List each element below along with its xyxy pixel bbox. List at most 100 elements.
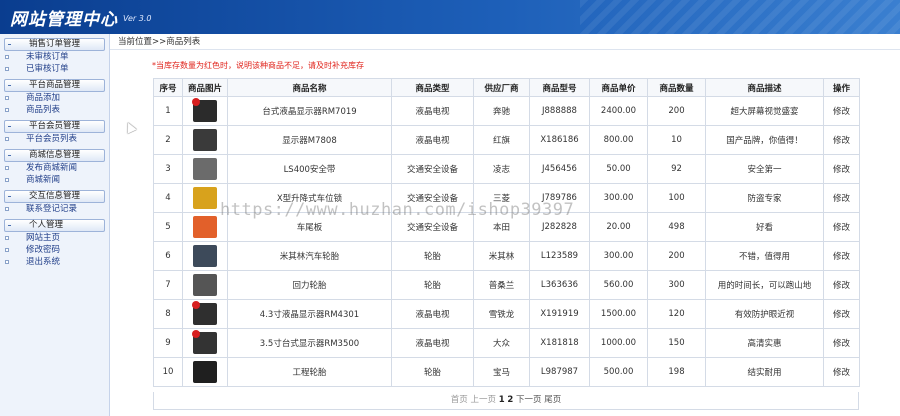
- sidebar-group-label: 交互信息管理: [29, 191, 81, 201]
- product-description: 有效防护眼近视: [705, 299, 824, 329]
- product-quantity: 100: [647, 183, 706, 213]
- table-row: 1 台式液晶显示器RM7019 液晶电视 奔驰 J888888 2400.00 200 超大屏…: [153, 96, 860, 126]
- table-row: 7 回力轮胎 轮胎 普桑兰 L363636 560.00 300 用的时间长，可以跑山地 修改: [153, 270, 860, 300]
- sidebar-item-label: 发布商城新闻: [26, 163, 78, 173]
- product-vendor: 米其林: [473, 241, 530, 271]
- product-model: L987987: [529, 357, 590, 387]
- sidebar-item-label: 已审核订单: [26, 64, 69, 74]
- item-bullet-icon: [5, 96, 9, 100]
- item-bullet-icon: [5, 108, 9, 112]
- sidebar-item[interactable]: 网站主页: [0, 232, 109, 244]
- group-bullet-icon: [8, 44, 11, 45]
- group-bullet-icon: [8, 196, 11, 197]
- product-price: 1500.00: [589, 299, 648, 329]
- product-quantity: 150: [647, 328, 706, 358]
- product-type: 交通安全设备: [391, 154, 474, 184]
- product-vendor: 红旗: [473, 125, 530, 155]
- sidebar-group-label: 个人管理: [29, 220, 64, 230]
- pager-last[interactable]: 尾页: [544, 395, 561, 405]
- pager-prev[interactable]: 上一页: [471, 395, 497, 405]
- sidebar-item[interactable]: 商品列表: [0, 104, 109, 116]
- edit-link[interactable]: 修改: [823, 125, 860, 155]
- table-row: 9 3.5寸台式显示器RM3500 液晶电视 大众 X181818 1000.00 150 高…: [153, 328, 860, 358]
- product-thumbnail: [192, 330, 217, 354]
- app-header: 网站管理中心 Ver 3.0: [0, 0, 900, 34]
- edit-link[interactable]: 修改: [823, 241, 860, 271]
- sidebar-group-title[interactable]: 个人管理: [4, 219, 105, 232]
- edit-link[interactable]: 修改: [823, 154, 860, 184]
- product-thumbnail: [193, 245, 217, 267]
- product-name: 工程轮胎: [227, 357, 392, 387]
- column-header: 序号: [153, 78, 183, 97]
- column-header: 商品名称: [227, 78, 392, 97]
- product-image: [182, 357, 228, 387]
- header-decoration: [580, 0, 900, 34]
- sidebar-item[interactable]: 退出系统: [0, 256, 109, 268]
- sidebar-group-title[interactable]: 平台商品管理: [4, 79, 105, 92]
- column-header: 商品图片: [182, 78, 228, 97]
- sidebar-item[interactable]: 联系登记记录: [0, 203, 109, 215]
- product-description: 防盗专家: [705, 183, 824, 213]
- product-description: 安全第一: [705, 154, 824, 184]
- product-thumbnail: [192, 301, 217, 325]
- edit-link[interactable]: 修改: [823, 270, 860, 300]
- pager-first[interactable]: 首页: [451, 395, 468, 405]
- edit-link[interactable]: 修改: [823, 328, 860, 358]
- product-image: [182, 154, 228, 184]
- app-version: Ver 3.0: [123, 14, 152, 23]
- column-header: 商品描述: [705, 78, 824, 97]
- sidebar-item[interactable]: 修改密码: [0, 244, 109, 256]
- edit-link[interactable]: 修改: [823, 183, 860, 213]
- product-model: L123589: [529, 241, 590, 271]
- table-row: 6 米其林汽车轮胎 轮胎 米其林 L123589 300.00 200 不错，值得用 修改: [153, 241, 860, 271]
- product-price: 1000.00: [589, 328, 648, 358]
- product-model: X181818: [529, 328, 590, 358]
- product-image: [182, 270, 228, 300]
- sidebar-group-title[interactable]: 平台会员管理: [4, 120, 105, 133]
- item-bullet-icon: [5, 55, 9, 59]
- sidebar-group-title[interactable]: 销售订单管理: [4, 38, 105, 51]
- product-quantity: 300: [647, 270, 706, 300]
- sidebar-group-label: 平台会员管理: [29, 121, 81, 131]
- product-description: 用的时间长，可以跑山地: [705, 270, 824, 300]
- breadcrumb: 当前位置>>商品列表: [110, 34, 900, 50]
- edit-link[interactable]: 修改: [823, 299, 860, 329]
- sidebar-item-label: 修改密码: [26, 245, 61, 255]
- product-description: 超大屏幕视觉盛宴: [705, 96, 824, 126]
- product-thumbnail: [193, 158, 217, 180]
- sidebar-group-title[interactable]: 商城信息管理: [4, 149, 105, 162]
- edit-link[interactable]: 修改: [823, 96, 860, 126]
- product-image: [182, 328, 228, 358]
- product-description: 好看: [705, 212, 824, 242]
- product-name: 显示器M7808: [227, 125, 392, 155]
- sidebar-item-label: 退出系统: [26, 257, 61, 267]
- group-bullet-icon: [8, 155, 11, 156]
- product-thumbnail: [193, 216, 217, 238]
- sidebar-item[interactable]: 未审核订单: [0, 51, 109, 63]
- pager-page-1[interactable]: 1: [499, 395, 505, 405]
- row-number: 6: [153, 241, 183, 271]
- product-quantity: 200: [647, 96, 706, 126]
- sidebar-item[interactable]: 商品添加: [0, 92, 109, 104]
- product-vendor: 普桑兰: [473, 270, 530, 300]
- sidebar-item-label: 未审核订单: [26, 52, 69, 62]
- product-name: 3.5寸台式显示器RM3500: [227, 328, 392, 358]
- product-price: 20.00: [589, 212, 648, 242]
- sidebar-item[interactable]: 商城新闻: [0, 174, 109, 186]
- pager-page-2[interactable]: 2: [507, 395, 513, 405]
- sidebar-item[interactable]: 发布商城新闻: [0, 162, 109, 174]
- edit-link[interactable]: 修改: [823, 357, 860, 387]
- sidebar-item[interactable]: 平台会员列表: [0, 133, 109, 145]
- row-number: 9: [153, 328, 183, 358]
- product-quantity: 10: [647, 125, 706, 155]
- table-row: 8 4.3寸液晶显示器RM4301 液晶电视 雪铁龙 X191919 1500.00 120…: [153, 299, 860, 329]
- product-price: 300.00: [589, 183, 648, 213]
- pager-next[interactable]: 下一页: [516, 395, 542, 405]
- sidebar-item[interactable]: 已审核订单: [0, 63, 109, 75]
- sidebar-item-label: 商品添加: [26, 93, 61, 103]
- sidebar-group-title[interactable]: 交互信息管理: [4, 190, 105, 203]
- edit-link[interactable]: 修改: [823, 212, 860, 242]
- product-price: 800.00: [589, 125, 648, 155]
- item-bullet-icon: [5, 137, 9, 141]
- product-thumbnail: [192, 98, 217, 122]
